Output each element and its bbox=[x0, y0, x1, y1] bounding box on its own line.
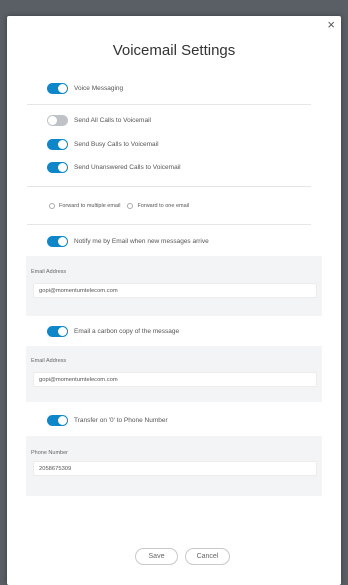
carbon-copy-panel: Email Address gopi@momentumtelecom.com bbox=[26, 346, 322, 402]
voice-messaging-row: Voice Messaging bbox=[47, 83, 123, 94]
divider bbox=[27, 104, 311, 105]
send-all-row: Send All Calls to Voicemail bbox=[47, 115, 151, 126]
send-busy-row: Send Busy Calls to Voicemail bbox=[47, 139, 159, 150]
save-button[interactable]: Save bbox=[135, 548, 178, 565]
voice-messaging-toggle[interactable] bbox=[47, 83, 68, 94]
send-all-label: Send All Calls to Voicemail bbox=[74, 117, 151, 124]
carbon-copy-label: Email a carbon copy of the message bbox=[74, 328, 180, 335]
phone-number-field[interactable]: 2058675309 bbox=[33, 461, 317, 476]
notify-email-label: Notify me by Email when new messages arr… bbox=[74, 238, 209, 245]
transfer-zero-row: Transfer on '0' to Phone Number bbox=[47, 415, 168, 426]
notify-email-panel: Email Address gopi@momentumtelecom.com bbox=[26, 256, 322, 316]
notify-email-row: Notify me by Email when new messages arr… bbox=[47, 236, 209, 247]
email-address-label: Email Address bbox=[31, 269, 67, 275]
forward-one-label: Forward to one email bbox=[137, 203, 190, 209]
send-unanswered-toggle[interactable] bbox=[47, 162, 68, 173]
cancel-button[interactable]: Cancel bbox=[185, 548, 230, 565]
send-unanswered-row: Send Unanswered Calls to Voicemail bbox=[47, 162, 181, 173]
close-icon[interactable]: × bbox=[327, 18, 335, 32]
carbon-copy-toggle[interactable] bbox=[47, 326, 68, 337]
send-unanswered-label: Send Unanswered Calls to Voicemail bbox=[74, 164, 181, 171]
phone-number-panel: Phone Number 2058675309 bbox=[26, 436, 322, 496]
dialog-title: Voicemail Settings bbox=[112, 42, 236, 59]
carbon-copy-email-field[interactable]: gopi@momentumtelecom.com bbox=[33, 372, 317, 387]
send-busy-label: Send Busy Calls to Voicemail bbox=[74, 141, 159, 148]
forward-multiple-label: Forward to multiple email bbox=[59, 203, 121, 209]
notify-email-toggle[interactable] bbox=[47, 236, 68, 247]
notify-email-field[interactable]: gopi@momentumtelecom.com bbox=[33, 283, 317, 298]
carbon-copy-row: Email a carbon copy of the message bbox=[47, 326, 179, 337]
phone-number-label: Phone Number bbox=[31, 450, 68, 456]
send-all-toggle[interactable] bbox=[47, 115, 68, 126]
divider bbox=[27, 224, 311, 225]
forward-one-radio[interactable] bbox=[127, 203, 134, 209]
send-busy-toggle[interactable] bbox=[47, 139, 68, 150]
forward-multiple-radio[interactable] bbox=[49, 203, 55, 209]
forward-options: Forward to multiple email Forward to one… bbox=[49, 203, 196, 209]
divider bbox=[27, 186, 311, 187]
email-address-label: Email Address bbox=[31, 358, 67, 364]
voice-messaging-label: Voice Messaging bbox=[74, 85, 124, 92]
transfer-zero-label: Transfer on '0' to Phone Number bbox=[74, 417, 168, 424]
transfer-zero-toggle[interactable] bbox=[47, 415, 68, 426]
